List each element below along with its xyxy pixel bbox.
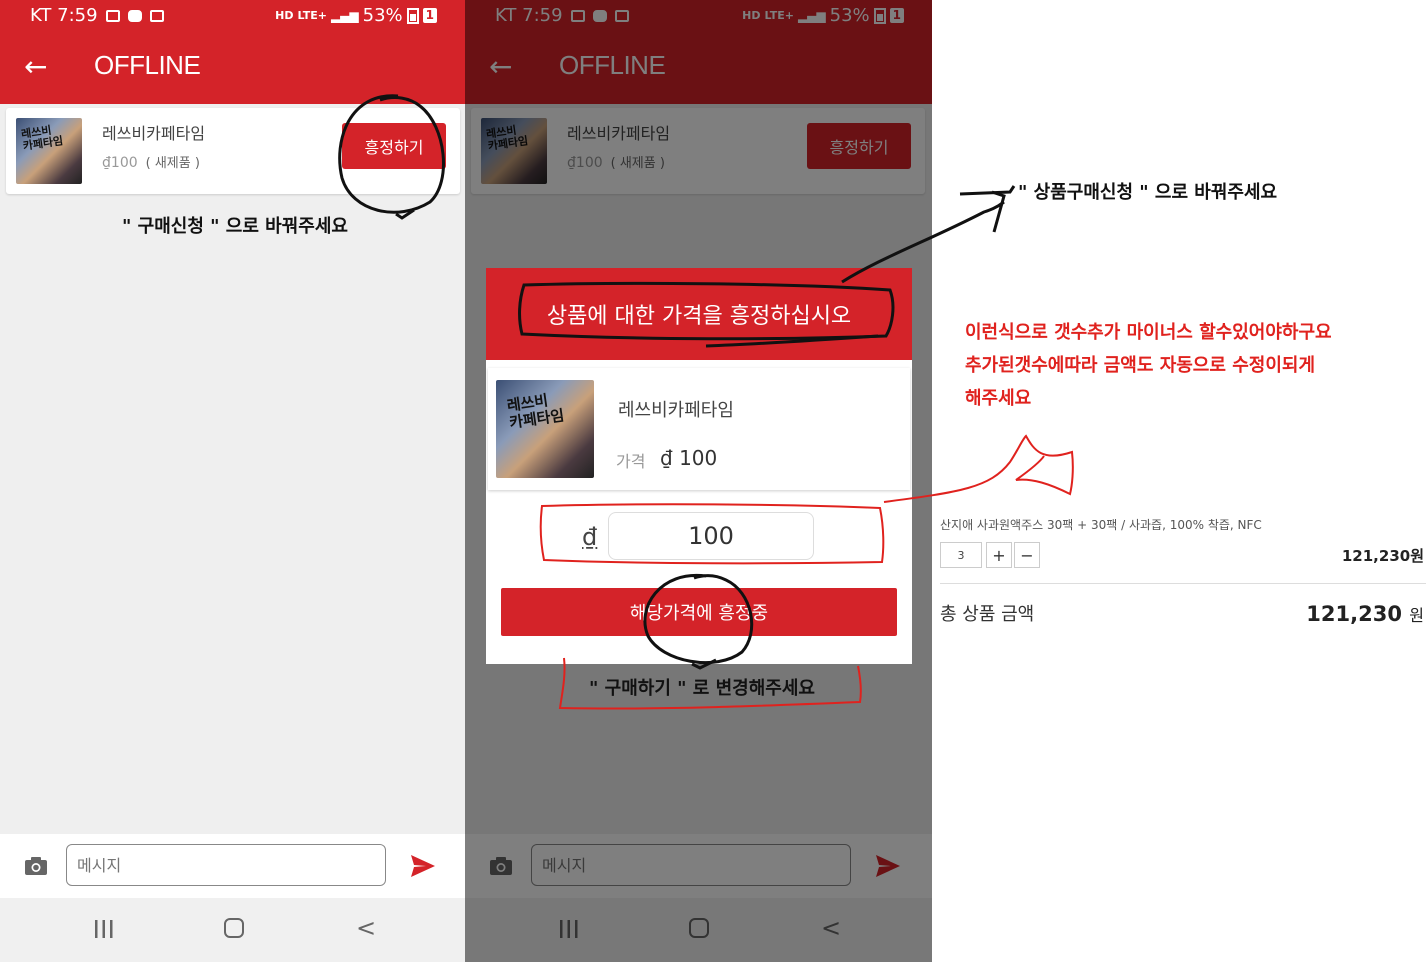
haggle-dialog-panel: KT 7:59 HD LTE+ ▂▄▆ 53% 1 ← OFFLINE 레쓰비카… [465, 0, 932, 962]
hd-label: HD [275, 9, 294, 22]
product-condition: ( 새제품 ) [145, 156, 200, 171]
dialog-product-thumbnail: 레쓰비 카페타임 [496, 380, 594, 478]
battery-icon [406, 7, 419, 24]
signal-icon: ▂▄▆ [330, 8, 359, 23]
dialog-price: ₫ 100 [660, 446, 718, 470]
cart-product-name: 산지애 사과원액주스 30팩 + 30팩 / 사과즙, 100% 착즙, NFC [940, 518, 1262, 532]
total-amount: 121,230 원 [1306, 602, 1424, 626]
product-thumbnail: 레쓰비카페타임 [16, 118, 82, 184]
quantity-minus-button[interactable]: − [1014, 542, 1040, 568]
annotation-quantity-line-1: 이런식으로 갯수추가 마이너스 할수있어야하구요 [965, 322, 1332, 343]
product-price-line: ₫100 ( 새제품 ) [102, 152, 200, 171]
android-nav-bar: < [0, 898, 465, 962]
dialog-product-name: 레쓰비카페타임 [618, 400, 734, 421]
product-card: 레쓰비카페타임 레쓰비카페타임 ₫100 ( 새제품 ) 흥정하기 [6, 108, 460, 194]
haggle-button[interactable]: 흥정하기 [342, 123, 446, 169]
arrow-left-icon[interactable]: ← [24, 52, 47, 82]
chat-input-bar [0, 834, 465, 898]
total-unit: 원 [1409, 606, 1424, 625]
page-title: OFFLINE [94, 50, 201, 80]
network-label: LTE+ [297, 9, 327, 22]
annotation-product-purchase-request: " 상품구매신청 " 으로 바꿔주세요 [1018, 182, 1278, 203]
offer-price-input[interactable] [608, 512, 814, 560]
haggle-dialog: 상품에 대한 가격을 흥정하십시오 레쓰비 카페타임 레쓰비카페타임 가격 ₫ 1… [486, 268, 912, 664]
submit-offer-button[interactable]: 해당가격에 흥정중 [501, 588, 897, 636]
line-price: 121,230원 [1341, 547, 1424, 565]
battery-level: 53% [362, 5, 403, 26]
camera-icon[interactable] [24, 856, 48, 876]
cart-reference-panel: " 상품구매신청 " 으로 바꿔주세요 이런식으로 갯수추가 마이너스 할수있어… [932, 0, 1426, 962]
product-name: 레쓰비카페타임 [102, 124, 206, 143]
annotation-quantity-line-3: 해주세요 [965, 388, 1032, 409]
back-chevron-icon[interactable]: < [356, 916, 376, 940]
recents-icon[interactable] [94, 920, 114, 938]
total-value: 121,230 [1306, 602, 1402, 626]
annotation-quantity-line-2: 추가된갯수에따라 금액도 자동으로 수정이되게 [965, 355, 1315, 376]
chat-screen-panel: KT 7:59 HD LTE+ ▂▄▆ 53% 1 ← OFFLINE 레쓰비 카… [0, 0, 465, 962]
dialog-price-label: 가격 [616, 452, 646, 471]
youtube-icon [127, 9, 142, 22]
analytics-icon [149, 9, 164, 22]
thumbnail-label: 레쓰비카페타임 [20, 123, 64, 153]
annotation-request-purchase: " 구매신청 " 으로 바꿔주세요 [122, 216, 348, 237]
carrier-time: KT 7:59 [30, 5, 98, 26]
total-label: 총 상품 금액 [940, 604, 1035, 625]
annotation-buy-now: " 구매하기 " 로 변경해주세요 [589, 678, 815, 699]
divider [940, 583, 1426, 584]
product-price: ₫100 [102, 155, 138, 171]
home-icon[interactable] [224, 918, 244, 938]
app-bar: ← OFFLINE [0, 32, 465, 104]
quantity-plus-button[interactable]: + [986, 542, 1012, 568]
dialog-product-card: 레쓰비 카페타임 레쓰비카페타임 가격 ₫ 100 [488, 368, 910, 490]
gallery-icon [105, 9, 120, 22]
message-input[interactable] [66, 844, 386, 886]
currency-symbol: ₫ [582, 523, 598, 551]
quantity-field[interactable]: 3 [940, 542, 982, 568]
send-icon[interactable] [410, 854, 436, 878]
status-bar: KT 7:59 HD LTE+ ▂▄▆ 53% 1 [0, 0, 465, 32]
notification-count: 1 [422, 8, 437, 23]
dialog-title: 상품에 대한 가격을 흥정하십시오 [486, 268, 912, 360]
thumbnail-label: 레쓰비카페타임 [505, 391, 566, 432]
